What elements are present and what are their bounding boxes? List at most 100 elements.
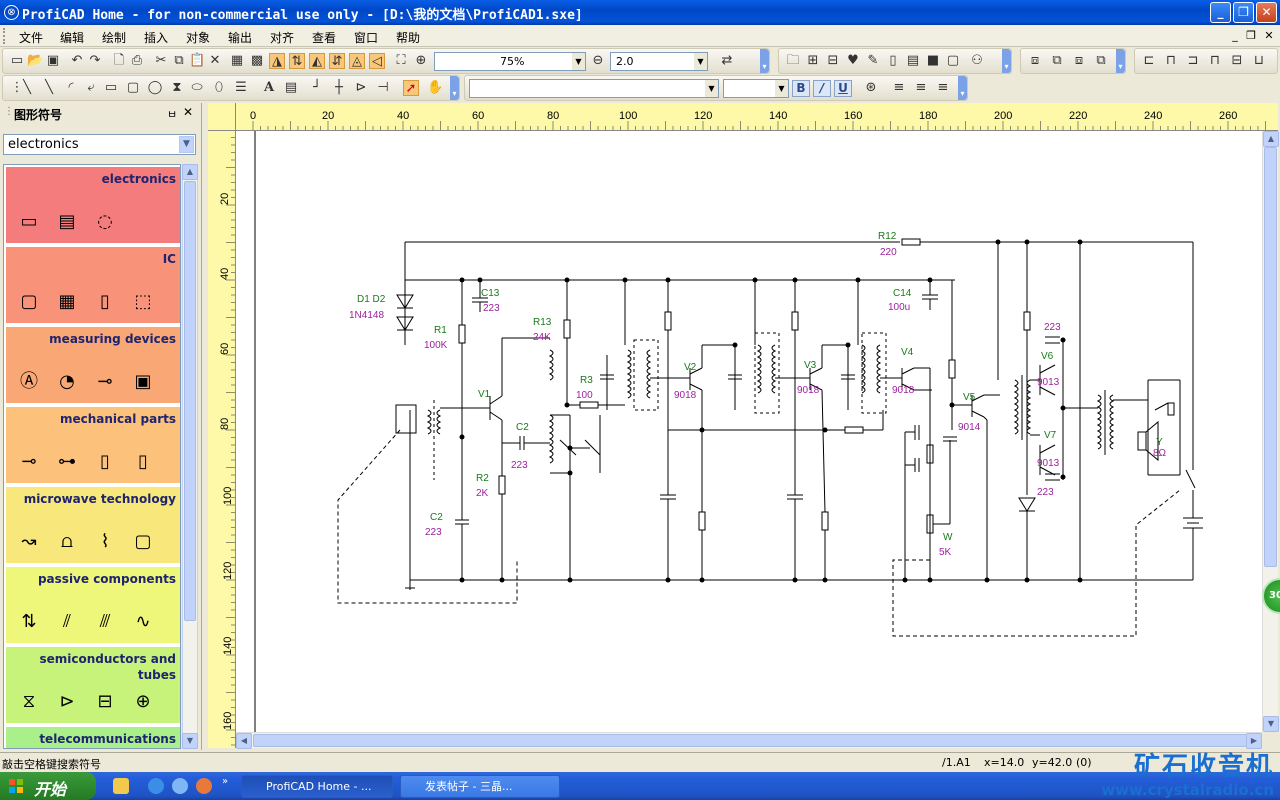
panel-close-icon[interactable]: ✕	[183, 105, 193, 119]
toolbar-overflow-icon[interactable]: ▾	[958, 76, 967, 100]
value-d1d2[interactable]: 1N4148	[349, 310, 384, 321]
rectangle-icon[interactable]: ▭	[103, 80, 119, 96]
document-icon[interactable]: ▢	[945, 53, 961, 69]
label-c2-low[interactable]: C2	[430, 512, 443, 523]
italic-button[interactable]: /	[813, 80, 831, 97]
save-icon[interactable]: ▣	[45, 53, 61, 69]
ellipse-icon[interactable]: ◯	[147, 80, 163, 96]
menu-help[interactable]: 帮助	[396, 29, 420, 46]
rotate-right-icon[interactable]: ◁	[369, 53, 385, 69]
chevron-down-icon[interactable]: ▼	[572, 53, 585, 70]
menu-align[interactable]: 对齐	[270, 29, 294, 46]
group-icon[interactable]: ⧈	[1027, 53, 1043, 69]
bus-icon[interactable]: ⊣	[375, 80, 391, 96]
label-speaker[interactable]: Y	[1156, 437, 1163, 448]
restore-button[interactable]: ❐	[1233, 2, 1254, 23]
cut-icon[interactable]: ✂	[153, 53, 169, 69]
open-folder-icon[interactable]: 📂	[27, 53, 43, 69]
scroll-thumb[interactable]	[253, 734, 1253, 747]
toolbar-overflow-icon[interactable]: ▾	[1116, 49, 1125, 73]
undo-icon[interactable]: ↶	[69, 53, 85, 69]
symbol-thumbnail-icon[interactable]: ⊸	[94, 371, 116, 393]
label-v2[interactable]: V2	[684, 362, 697, 373]
value-r12[interactable]: 220	[880, 247, 897, 258]
layers-icon[interactable]: ▤	[905, 53, 921, 69]
paste-icon[interactable]: 📋	[189, 53, 205, 69]
label-c13[interactable]: C13	[481, 288, 500, 299]
category-measuring-devices[interactable]: measuring devices Ⓐ ◔ ⊸ ▣	[6, 327, 180, 403]
category-microwave-technology[interactable]: microwave technology ↝ ⩍ ⌇ ▢	[6, 487, 180, 563]
symbol-thumbnail-icon[interactable]: ⊳	[56, 691, 78, 713]
canvas-vertical-scrollbar[interactable]: ▲ ▼	[1262, 131, 1279, 732]
underline-button[interactable]: U	[834, 80, 852, 97]
print-preview-icon[interactable]: 🗋	[111, 53, 127, 69]
category-ic[interactable]: IC ▢ ▦ ▯ ⬚	[6, 247, 180, 323]
scroll-left-icon[interactable]: ◀	[236, 733, 252, 749]
category-electronics[interactable]: electronics ▭ ▤ ◌	[6, 167, 180, 243]
network-icon[interactable]: ⊟	[825, 53, 841, 69]
heart-icon[interactable]: ♥	[845, 53, 861, 69]
category-passive-components[interactable]: passive components ⇅ ⫽ ⫻ ∿	[6, 567, 180, 643]
text-align-right-icon[interactable]: ≡	[935, 80, 951, 96]
app-icon[interactable]: ⊗	[4, 5, 19, 20]
symbol-thumbnail-icon[interactable]: ▤	[56, 211, 78, 233]
pan-hand-icon[interactable]: ✋	[427, 80, 443, 96]
drawing-canvas[interactable]: R12 220 D1 D2 1N4148 C13 223 R1 100K R13…	[236, 131, 1262, 732]
chevron-down-icon[interactable]: ▼	[694, 53, 707, 70]
value-v5[interactable]: 9014	[958, 422, 981, 433]
value-c-top[interactable]: 223	[1044, 322, 1061, 333]
symbol-thumbnail-icon[interactable]: ⊟	[94, 691, 116, 713]
align-top-icon[interactable]: ⊓	[1207, 53, 1223, 69]
line-icon[interactable]: ╲	[19, 80, 35, 96]
menu-grip[interactable]	[3, 28, 7, 44]
polyline-icon[interactable]: ╲	[41, 80, 57, 96]
label-c2-mid[interactable]: C2	[516, 422, 529, 433]
menu-object[interactable]: 对象	[186, 29, 210, 46]
symbol-thumbnail-icon[interactable]: ▢	[18, 291, 40, 313]
folder-icon[interactable]: 🗀	[785, 53, 801, 69]
symbol-thumbnail-icon[interactable]: ▯	[94, 451, 116, 473]
scroll-up-icon[interactable]: ▲	[1263, 131, 1279, 147]
zoom-in-icon[interactable]: ⊕	[413, 53, 429, 69]
scroll-down-icon[interactable]: ▼	[1263, 716, 1279, 732]
align-bottom-icon[interactable]: ⊔	[1251, 53, 1267, 69]
zoom-fit-icon[interactable]: ⛶	[393, 53, 409, 69]
toolbar-overflow-icon[interactable]: ▾	[450, 76, 459, 100]
menu-draw[interactable]: 绘制	[102, 29, 126, 46]
arc-icon[interactable]: ◜	[63, 80, 79, 96]
symbol-thumbnail-icon[interactable]: ⇅	[18, 611, 40, 633]
ie-icon[interactable]	[148, 778, 164, 794]
mdi-minimize-button[interactable]: _	[1228, 29, 1242, 42]
menu-insert[interactable]: 插入	[144, 29, 168, 46]
ellipse-slash-icon[interactable]: ⬭	[189, 80, 205, 96]
label-v3[interactable]: V3	[804, 360, 817, 371]
table-icon[interactable]: ▤	[283, 80, 299, 96]
text-align-left-icon[interactable]: ≡	[891, 80, 907, 96]
symbol-thumbnail-icon[interactable]: ⌇	[94, 531, 116, 553]
menu-file[interactable]: 文件	[19, 29, 43, 46]
text-align-center-icon[interactable]: ≡	[913, 80, 929, 96]
label-v6[interactable]: V6	[1041, 351, 1054, 362]
value-r13[interactable]: 24K	[533, 332, 551, 343]
scroll-right-icon[interactable]: ▶	[1246, 733, 1262, 749]
category-semiconductors-and-tubes[interactable]: semiconductors and tubes ⧖ ⊳ ⊟ ⊕	[6, 647, 180, 723]
value-v6[interactable]: 9013	[1037, 377, 1060, 388]
value-r1[interactable]: 100K	[424, 340, 448, 351]
bring-front-icon[interactable]: ⧈	[1071, 53, 1087, 69]
label-r12[interactable]: R12	[878, 231, 897, 242]
symbol-thumbnail-icon[interactable]: ▯	[94, 291, 116, 313]
symbol-thumbnail-icon[interactable]: ⊸	[18, 451, 40, 473]
select-arrow-icon[interactable]: ➚	[403, 80, 419, 96]
rounded-rect-icon[interactable]: ▢	[125, 80, 141, 96]
start-button[interactable]: 开始	[0, 772, 96, 800]
mirror-v-icon[interactable]: ⇵	[329, 53, 345, 69]
chevron-right-icon[interactable]: »	[222, 776, 228, 787]
label-v1[interactable]: V1	[478, 389, 491, 400]
list-icon[interactable]: ☰	[233, 80, 249, 96]
value-c-bot[interactable]: 223	[1037, 487, 1054, 498]
label-w[interactable]: W	[943, 532, 953, 543]
label-v4[interactable]: V4	[901, 347, 914, 358]
symbol-thumbnail-icon[interactable]: ▢	[132, 531, 154, 553]
scroll-up-icon[interactable]: ▲	[182, 164, 198, 180]
symbol-thumbnail-icon[interactable]: ⬚	[132, 291, 154, 313]
